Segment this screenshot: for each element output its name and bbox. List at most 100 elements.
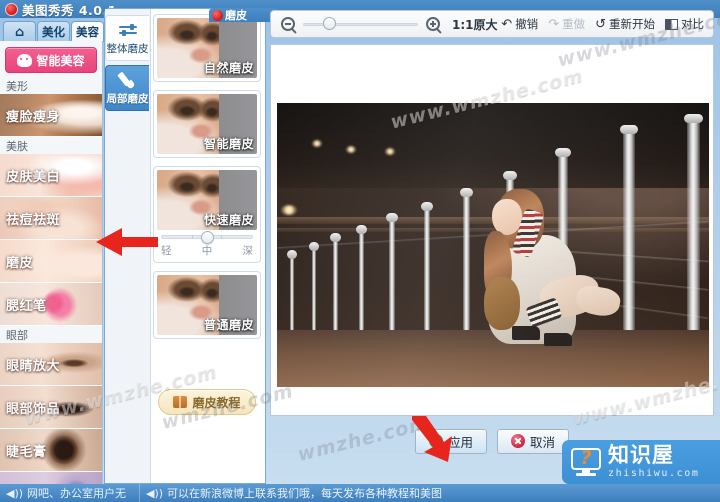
brand-text: 知识屋 zhishiwu.com	[608, 445, 699, 479]
tab-meirong-label: 美容	[76, 25, 99, 39]
slider-knob[interactable]	[200, 230, 214, 244]
smart-beauty-label: 智能美容	[36, 53, 85, 68]
card-photo: 普通磨皮	[157, 275, 257, 335]
photo-ceiling	[277, 103, 709, 189]
brand-name-cn: 知识屋	[608, 443, 674, 467]
card-photo: 自然磨皮	[157, 18, 257, 78]
slider-labels: 轻 中 深	[161, 243, 253, 258]
sidebar-item-yanjingbianse[interactable]: 眼睛变色	[0, 472, 102, 485]
meitu-round-logo-icon	[5, 2, 18, 16]
sidebar-item-label: 瘦脸瘦身	[6, 109, 61, 125]
editor-canvas[interactable]	[270, 44, 714, 416]
brand-url: zhishiwu.com	[608, 468, 700, 479]
sidebar-item-yanjingfangda[interactable]: 眼睛放大	[0, 343, 102, 386]
mode-button-overall[interactable]: 整体磨皮	[105, 15, 149, 61]
zoom-slider[interactable]	[303, 17, 418, 30]
compare-label: 对比	[681, 17, 704, 31]
check-icon	[428, 434, 443, 448]
sidebar-item-label: 睫毛膏	[6, 444, 47, 460]
redo-button: ↷ 重做	[548, 16, 585, 32]
panel-mode-column: 整体磨皮 局部磨皮	[105, 9, 151, 483]
brush-icon	[116, 71, 138, 89]
sidebar-item-yanbushipin[interactable]: 眼部饰品	[0, 386, 102, 429]
intensity-slider[interactable]: 轻 中 深	[157, 230, 257, 260]
mopi-card-normal[interactable]: 普通磨皮	[153, 271, 261, 339]
undo-icon: ↶	[501, 16, 513, 32]
book-icon	[173, 396, 188, 408]
panel-title-tab: 磨皮	[209, 8, 279, 22]
zoom-slider-knob[interactable]	[322, 17, 336, 30]
card-caption: 普通磨皮	[203, 318, 254, 332]
tab-meirong[interactable]: 美容	[71, 21, 104, 42]
apply-button[interactable]: 应用	[415, 428, 487, 454]
sidebar-item-label: 眼睛放大	[6, 358, 61, 374]
status-segment-left[interactable]: ◀)) 网吧、办公室用户无	[0, 484, 140, 502]
sidebar-item-qudouquban[interactable]: 祛痘祛斑	[0, 197, 102, 240]
slider-label-deep: 深	[242, 245, 254, 257]
slider-label-medium: 中	[201, 245, 213, 257]
status-bar: ◀)) 网吧、办公室用户无 ◀)) 可以在新浪微博上联系我们哦，每天发布各种教程…	[0, 484, 720, 502]
mode-button-local-label: 局部磨皮	[106, 92, 149, 105]
sidebar-group-label: 美形	[6, 79, 28, 93]
compare-icon	[665, 18, 678, 30]
sidebar-item-label: 祛痘祛斑	[6, 212, 61, 228]
sidebar-group-meifu: 美肤	[0, 137, 102, 154]
sidebar-item-mopi[interactable]: 磨皮	[0, 240, 102, 283]
sliders-icon	[118, 21, 138, 39]
status-segment-right[interactable]: ◀)) 可以在新浪微博上联系我们哦，每天发布各种教程和美图	[140, 484, 448, 502]
sidebar-item-label: 腮红笔	[6, 298, 47, 314]
toolbar-right-group: ↶ 撤销 ↷ 重做 ↺ 重新开始 对比	[501, 16, 713, 32]
speaker-icon: ◀))	[6, 486, 24, 500]
tutorial-button[interactable]: 磨皮教程	[158, 389, 256, 415]
sidebar-group-yanbu: 眼部	[0, 326, 102, 343]
restart-button[interactable]: ↺ 重新开始	[595, 16, 655, 32]
sidebar-item-pifumeibai[interactable]: 皮肤美白	[0, 154, 102, 197]
card-photo: 快速磨皮	[157, 170, 257, 230]
card-caption: 智能磨皮	[203, 137, 254, 151]
sidebar-item-shoulianshoushen[interactable]: 瘦脸瘦身	[0, 94, 102, 137]
meitu-app-window: 美图秀秀 4.0.1 ⌂ 美化 美容 智能美容 美形 瘦脸瘦身 美肤 皮肤美白 …	[0, 0, 720, 502]
sidebar-item-jiemaogao[interactable]: 睫毛膏	[0, 429, 102, 472]
card-caption: 快速磨皮	[203, 213, 254, 227]
mode-button-overall-label: 整体磨皮	[106, 42, 149, 55]
speaker-icon: ◀))	[146, 486, 164, 500]
tab-strip: ⌂ 美化 美容	[0, 18, 110, 42]
mopi-style-list[interactable]: 自然磨皮 智能磨皮 快速磨皮 轻 中 深 普通磨皮 磨皮教程	[152, 14, 262, 483]
sidebar-item-label: 磨皮	[6, 255, 34, 271]
sidebar-item-label: 眼睛变色	[0, 484, 60, 485]
mopi-panel: 整体磨皮 局部磨皮 自然磨皮 智能磨皮 快速磨皮 轻 中 深 普通磨皮 磨皮教程…	[104, 8, 279, 484]
app-title: 美图秀秀 4.0.1	[22, 2, 117, 18]
mopi-card-natural[interactable]: 自然磨皮	[153, 14, 261, 82]
edited-photo[interactable]	[277, 103, 709, 387]
apply-label: 应用	[447, 434, 473, 450]
tab-meihua-label: 美化	[42, 25, 65, 39]
monitor-question-icon: ?	[571, 448, 601, 476]
restart-label: 重新开始	[609, 17, 655, 31]
zoom-out-icon[interactable]	[281, 17, 295, 31]
tab-meihua[interactable]: 美化	[37, 21, 70, 42]
compare-button[interactable]: 对比	[665, 16, 704, 32]
brand-badge: ? 知识屋 zhishiwu.com	[562, 440, 720, 484]
mode-button-local[interactable]: 局部磨皮	[105, 65, 149, 111]
sidebar-group-label: 美肤	[6, 139, 28, 153]
mopi-card-fast[interactable]: 快速磨皮 轻 中 深	[153, 166, 261, 263]
tutorial-button-label: 磨皮教程	[192, 395, 241, 410]
smart-beauty-button[interactable]: 智能美容	[5, 47, 97, 73]
panel-title: 磨皮	[225, 9, 247, 22]
sidebar-item-saihongbi[interactable]: 腮红笔	[0, 283, 102, 326]
mopi-card-smart[interactable]: 智能磨皮	[153, 90, 261, 158]
redo-icon: ↷	[548, 16, 560, 32]
tab-home[interactable]: ⌂	[3, 21, 36, 42]
zoom-in-icon[interactable]	[426, 17, 440, 31]
left-sidebar: 智能美容 美形 瘦脸瘦身 美肤 皮肤美白 祛痘祛斑 磨皮 腮红笔 眼部 眼睛放大…	[0, 41, 103, 484]
close-icon	[510, 434, 525, 448]
slider-track[interactable]	[161, 230, 253, 244]
home-icon: ⌂	[14, 24, 25, 40]
redo-label: 重做	[562, 17, 586, 31]
cancel-button[interactable]: 取消	[497, 428, 569, 454]
sidebar-group-meixing: 美形	[0, 77, 102, 94]
undo-label: 撤销	[515, 17, 539, 31]
sidebar-item-label: 皮肤美白	[6, 169, 61, 185]
undo-button[interactable]: ↶ 撤销	[501, 16, 538, 32]
sidebar-item-label: 眼部饰品	[6, 401, 61, 417]
